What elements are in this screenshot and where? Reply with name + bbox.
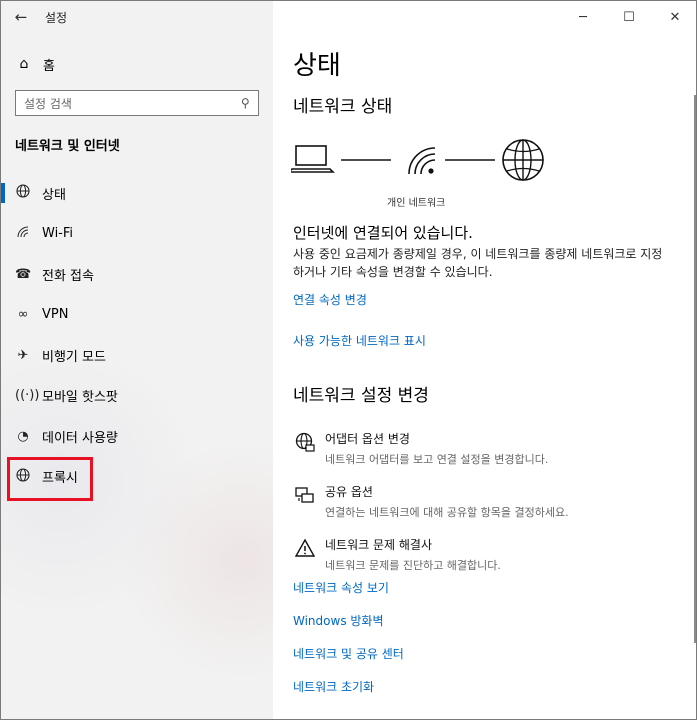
sidebar-item-label: VPN: [42, 307, 69, 323]
sidebar-item-vpn[interactable]: ∞ VPN: [1, 295, 273, 336]
vpn-icon: ∞: [17, 307, 29, 323]
sharing-icon: [293, 483, 317, 520]
troubleshooter-item[interactable]: 네트워크 문제 해결사 네트워크 문제를 진단하고 해결합니다.: [293, 536, 693, 573]
option-desc: 연결하는 네트워크에 대해 공유할 항목을 결정하세요.: [325, 506, 569, 519]
app-title: 설정: [45, 10, 68, 25]
change-settings-heading: 네트워크 설정 변경: [293, 386, 429, 406]
connection-status-desc: 사용 중인 요금제가 종량제일 경우, 이 네트워크를 종량제 네트워크로 지정…: [293, 247, 663, 279]
hotspot-icon: ((·)): [15, 388, 40, 404]
warning-icon: [293, 536, 317, 573]
sidebar-item-wifi[interactable]: Wi-Fi: [1, 214, 273, 255]
minimize-icon: ─: [579, 9, 587, 25]
window-controls: ─ ☐ ✕: [560, 1, 696, 33]
sidebar-item-label: 비행기 모드: [42, 349, 106, 365]
sidebar-item-label: 데이터 사용량: [42, 430, 118, 446]
network-sharing-center-link[interactable]: 네트워크 및 공유 센터: [293, 645, 404, 662]
sidebar-item-status[interactable]: 상태: [1, 173, 273, 214]
close-icon: ✕: [669, 9, 681, 25]
connection-status-title: 인터넷에 연결되어 있습니다.: [293, 224, 473, 242]
sidebar-item-label: 전화 접속: [42, 268, 94, 284]
home-label: 홈: [43, 58, 55, 74]
globe-status-icon: [15, 184, 31, 202]
option-desc: 네트워크 문제를 진단하고 해결합니다.: [325, 559, 501, 572]
maximize-icon: ☐: [623, 9, 635, 25]
view-network-properties-link[interactable]: 네트워크 속성 보기: [293, 579, 389, 596]
sidebar-nav: 상태 Wi-Fi ☎ 전화 접속 ∞ VPN ✈ 비행기 모드 ((·)) 모바…: [1, 173, 273, 497]
minimize-button[interactable]: ─: [560, 1, 606, 33]
sidebar-item-label: Wi-Fi: [42, 226, 74, 242]
settings-window: ← 설정 ⌂ 홈 설정 검색 ⚲ 네트워크 및 인터넷 상태 Wi-Fi ☎ 전…: [0, 0, 697, 720]
wifi-signal-icon: [408, 147, 436, 175]
back-arrow-icon: ←: [14, 8, 28, 26]
sidebar-item-home[interactable]: ⌂ 홈: [1, 49, 273, 79]
maximize-button[interactable]: ☐: [606, 1, 652, 33]
sharing-options-item[interactable]: 공유 옵션 연결하는 네트워크에 대해 공유할 항목을 결정하세요.: [293, 483, 693, 520]
back-button[interactable]: ←: [1, 1, 41, 33]
option-title: 네트워크 문제 해결사: [325, 538, 432, 552]
search-input[interactable]: 설정 검색 ⚲: [15, 90, 259, 116]
change-connection-properties-link[interactable]: 연결 속성 변경: [293, 291, 367, 308]
adapter-options-item[interactable]: 어댑터 옵션 변경 네트워크 어댑터를 보고 연결 설정을 변경합니다.: [293, 430, 693, 467]
sidebar-item-airplane[interactable]: ✈ 비행기 모드: [1, 335, 273, 376]
sidebar-item-label: 상태: [42, 187, 66, 203]
main-content: ─ ☐ ✕ 상태 네트워크 상태 개인 네트워크 인터넷에 연결되어 있습니다.…: [273, 1, 696, 719]
internet-globe-icon: [502, 139, 544, 181]
dialup-icon: ☎: [15, 266, 32, 282]
network-status-heading: 네트워크 상태: [293, 97, 393, 117]
sidebar: ← 설정 ⌂ 홈 설정 검색 ⚲ 네트워크 및 인터넷 상태 Wi-Fi ☎ 전…: [1, 1, 273, 719]
scrollbar[interactable]: [694, 95, 696, 643]
data-usage-icon: ◔: [17, 428, 29, 444]
windows-firewall-link[interactable]: Windows 방화벽: [293, 612, 384, 629]
highlight-box: [7, 457, 93, 501]
search-icon: ⚲: [241, 96, 250, 110]
network-caption: 개인 네트워크: [387, 198, 446, 209]
sidebar-item-data-usage[interactable]: ◔ 데이터 사용량: [1, 416, 273, 457]
page-title: 상태: [293, 51, 341, 81]
laptop-icon: [291, 145, 335, 173]
option-title: 어댑터 옵션 변경: [325, 432, 410, 446]
sidebar-item-label: 모바일 핫스팟: [42, 390, 118, 406]
search-placeholder: 설정 검색: [24, 96, 72, 111]
sidebar-item-hotspot[interactable]: ((·)) 모바일 핫스팟: [1, 376, 273, 417]
close-button[interactable]: ✕: [652, 1, 696, 33]
network-reset-link[interactable]: 네트워크 초기화: [293, 678, 374, 695]
network-diagram: [291, 139, 544, 181]
option-desc: 네트워크 어댑터를 보고 연결 설정을 변경합니다.: [325, 453, 549, 466]
show-available-networks-link[interactable]: 사용 가능한 네트워크 표시: [293, 332, 426, 349]
section-title: 네트워크 및 인터넷: [15, 139, 120, 154]
titlebar-left: ← 설정: [1, 1, 273, 33]
airplane-icon: ✈: [17, 347, 29, 363]
adapter-icon: [293, 430, 317, 467]
home-icon: ⌂: [19, 56, 29, 72]
sidebar-item-dialup[interactable]: ☎ 전화 접속: [1, 254, 273, 295]
option-title: 공유 옵션: [325, 485, 373, 499]
wifi-icon: [15, 225, 31, 243]
